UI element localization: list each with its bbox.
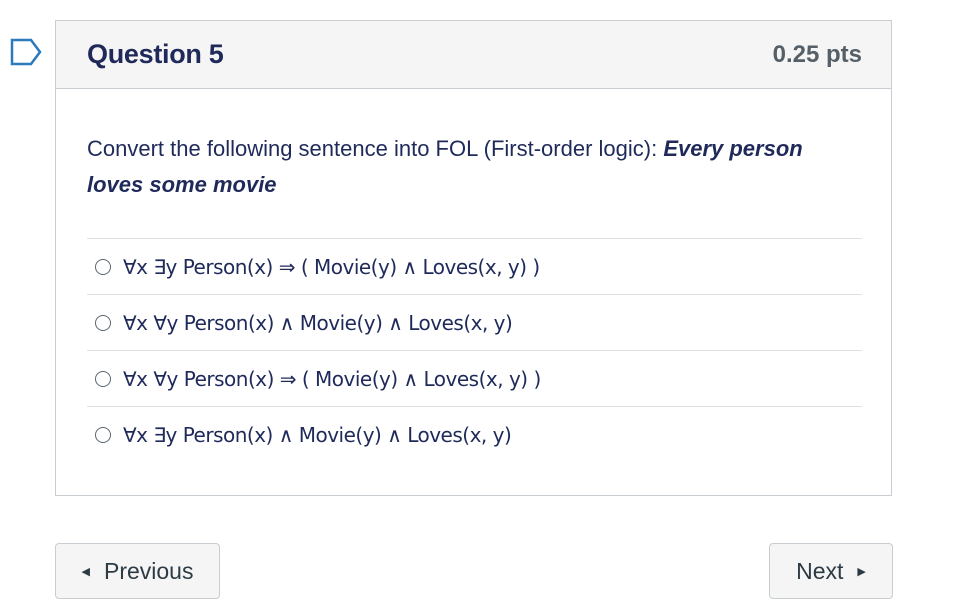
radio-button[interactable] [95,370,111,387]
answer-label: ∀x ∀y Person(x) ∧ Movie(y) ∧ Loves(x, y) [123,310,513,335]
answer-label: ∀x ∃y Person(x) ⇒ ( Movie(y) ∧ Loves(x, … [123,254,540,279]
question-title: Question 5 [87,39,224,69]
radio-button[interactable] [95,427,111,443]
triangle-right-icon: ▶ [857,565,866,578]
question-card: Question 5 0.25 pts Convert the followin… [55,20,892,496]
radio-button[interactable] [95,258,111,275]
next-button[interactable]: Next ▶ [769,543,893,599]
answer-list: ∀x ∃y Person(x) ⇒ ( Movie(y) ∧ Loves(x, … [87,238,862,463]
answer-option[interactable]: ∀x ∃y Person(x) ∧ Movie(y) ∧ Loves(x, y) [87,407,862,463]
triangle-left-icon: ◀ [81,565,90,578]
answer-option[interactable]: ∀x ∀y Person(x) ⇒ ( Movie(y) ∧ Loves(x, … [87,351,862,407]
previous-button-label: Previous [103,557,194,584]
question-header: Question 5 0.25 pts [56,21,891,89]
answer-label: ∀x ∀y Person(x) ⇒ ( Movie(y) ∧ Loves(x, … [123,366,541,391]
question-prompt: Convert the following sentence into FOL … [87,131,862,203]
previous-button[interactable]: ◀ Previous [55,543,220,599]
quiz-page: Question 5 0.25 pts Convert the followin… [0,0,971,609]
question-points: 0.25 pts [772,40,862,68]
question-body: Convert the following sentence into FOL … [56,89,891,463]
answer-option[interactable]: ∀x ∃y Person(x) ⇒ ( Movie(y) ∧ Loves(x, … [87,239,862,295]
answer-label: ∀x ∃y Person(x) ∧ Movie(y) ∧ Loves(x, y) [123,423,512,447]
radio-button[interactable] [95,314,111,331]
answer-option[interactable]: ∀x ∀y Person(x) ∧ Movie(y) ∧ Loves(x, y) [87,295,862,351]
next-button-label: Next [796,557,844,584]
bookmark-flag-icon[interactable] [10,38,42,66]
question-prompt-text: Convert the following sentence into FOL … [87,136,664,161]
